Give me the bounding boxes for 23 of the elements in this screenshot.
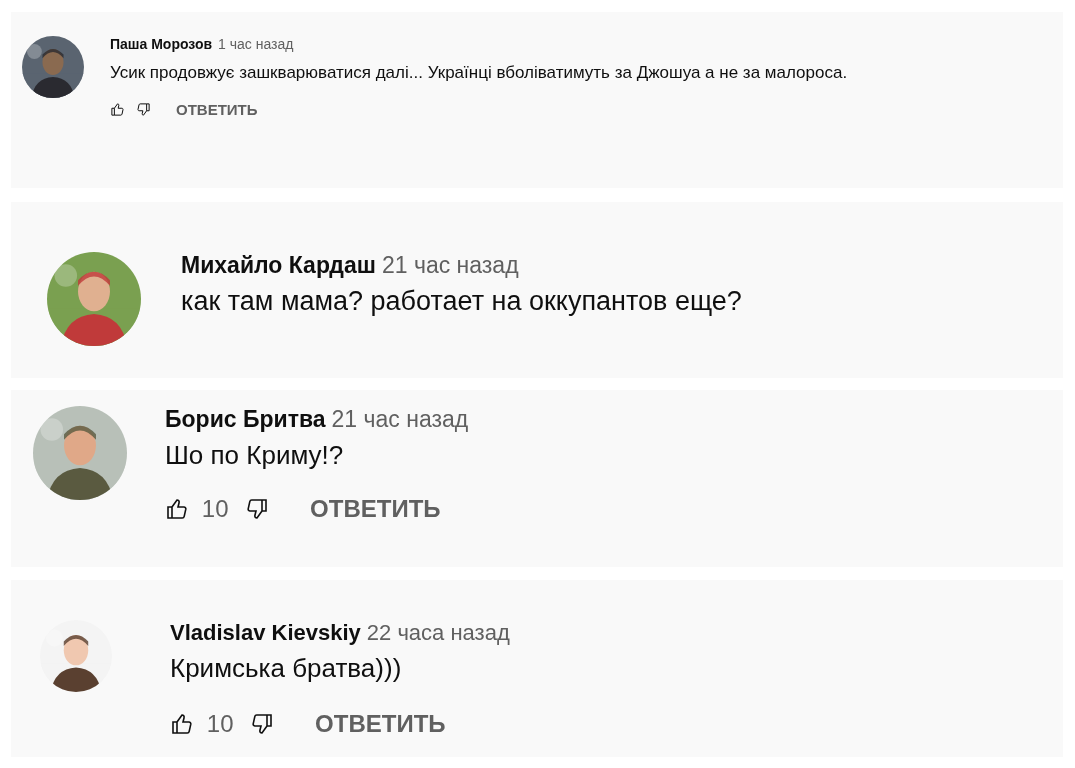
like-count: 10 [206,710,234,738]
thumbs-up-icon[interactable] [110,102,125,117]
comment-time[interactable]: 21 час назад [381,252,519,279]
thumbs-up-icon[interactable] [165,497,189,521]
thumbs-down-icon[interactable] [250,712,275,736]
author-name[interactable]: Борис Бритва [165,406,326,433]
comment-time[interactable]: 22 часа назад [366,620,510,646]
author-name[interactable]: Vladislav Kievskiy [170,620,361,646]
thumbs-down-icon[interactable] [245,497,270,521]
comment-text: Шо по Криму!? [165,439,345,472]
reply-button[interactable]: ОТВЕТИТЬ [176,101,258,118]
comment-text: как там мама? работает на оккупантов еще? [181,285,742,318]
reply-button[interactable]: ОТВЕТИТЬ [315,710,446,738]
reply-button[interactable]: ОТВЕТИТЬ [310,495,441,523]
thumbs-down-icon[interactable] [135,102,151,117]
comment-time[interactable]: 21 час назад [331,406,469,433]
author-name[interactable]: Паша Морозов [110,36,213,52]
thumbs-up-icon[interactable] [170,712,194,736]
comment-time[interactable]: 1 час назад [218,36,294,52]
comment-text: Усик продовжує зашкварюватися далі... Українці вболіватимуть за Джошуа а не за малороса. [110,62,848,84]
like-count: 10 [201,495,229,523]
author-name[interactable]: Михайло Кардаш [181,252,376,279]
comment-text: Кримська братва))) [170,652,403,685]
